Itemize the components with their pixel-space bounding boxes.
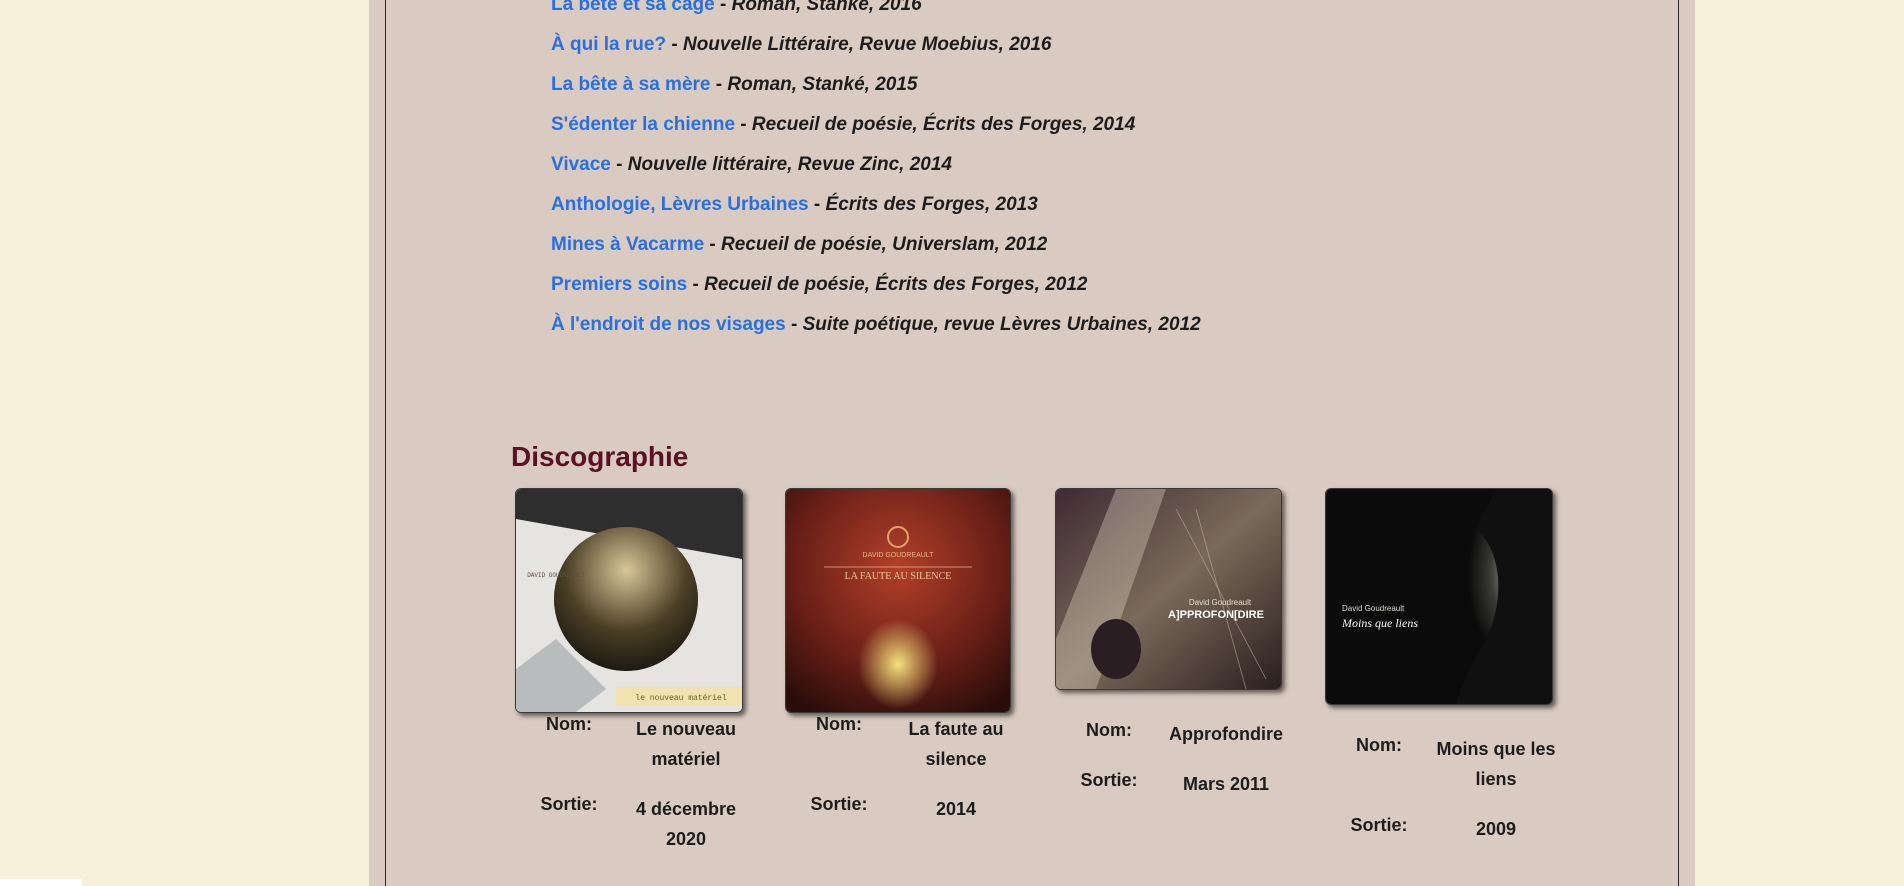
publication-link[interactable]: Mines à Vacarme (551, 234, 704, 255)
album-release: 2014 (935, 799, 977, 819)
album-cover-moins-que-les-liens[interactable]: David Goudreault Moins que liens (1325, 488, 1553, 705)
publication-meta: Nouvelle littéraire, Revue Zinc, 2014 (627, 154, 952, 175)
release-label: Sortie: (1080, 770, 1138, 790)
svg-text:David Goudreault: David Goudreault (1342, 604, 1405, 613)
album-cover-art: David Goudreault A]PPROFON[DIRE (1056, 489, 1281, 689)
separator: - (808, 194, 826, 215)
release-label: Sortie: (540, 794, 598, 814)
publication-meta: Recueil de poésie, Universlam, 2012 (721, 234, 1048, 255)
separator: - (710, 74, 728, 95)
publication-item: À l'endroit de nos visages - Suite poéti… (551, 311, 1201, 351)
publication-item: Premiers soins - Recueil de poésie, Écri… (551, 271, 1201, 311)
album-cover-art: David Goudreault Moins que liens (1326, 489, 1552, 704)
release-label: Sortie: (810, 794, 868, 814)
publication-meta: Roman, Stanké, 2016 (731, 0, 922, 15)
publication-meta: Suite poétique, revue Lèvres Urbaines, 2… (802, 314, 1201, 335)
publication-item: Vivace - Nouvelle littéraire, Revue Zinc… (551, 151, 1201, 191)
publication-link[interactable]: À l'endroit de nos visages (551, 314, 786, 335)
publication-meta: Roman, Stanké, 2015 (727, 74, 918, 95)
album-release: Mars 2011 (1182, 774, 1270, 794)
publication-item: La bête à sa mère - Roman, Stanké, 2015 (551, 71, 1201, 111)
album-cover-art: DAVID GOUDREAULT LA FAUTE AU SILENCE (786, 489, 1010, 712)
publication-item: Mines à Vacarme - Recueil de poésie, Uni… (551, 231, 1201, 271)
album-name: Approfondire (1169, 724, 1283, 744)
publication-link[interactable]: S'édenter la chienne (551, 114, 735, 135)
separator: - (687, 274, 705, 295)
publication-link[interactable]: La bête à sa mère (551, 74, 710, 95)
publication-item: S'édenter la chienne - Recueil de poésie… (551, 111, 1201, 151)
publication-link[interactable]: Premiers soins (551, 274, 687, 295)
corner-patch (0, 879, 82, 886)
separator: - (785, 314, 803, 335)
publication-link[interactable]: La bête et sa cage (551, 0, 715, 15)
publication-link[interactable]: À qui la rue? (551, 34, 666, 55)
svg-text:le nouveau matériel: le nouveau matériel (635, 694, 726, 703)
name-label: Nom: (546, 714, 592, 734)
separator: - (714, 0, 732, 15)
publication-item: Anthologie, Lèvres Urbaines - Écrits des… (551, 191, 1201, 231)
publication-meta: Nouvelle Littéraire, Revue Moebius, 2016 (682, 34, 1052, 55)
album-name: La faute au silence (908, 719, 1004, 769)
album-name: Le nouveau matériel (635, 719, 737, 769)
publication-list: La bête et sa cage - Roman, Stanké, 2016… (551, 0, 1201, 351)
svg-text:A]PPROFON[DIRE: A]PPROFON[DIRE (1168, 609, 1264, 621)
publication-link[interactable]: Anthologie, Lèvres Urbaines (551, 194, 809, 215)
name-label: Nom: (1356, 735, 1402, 755)
publication-meta: Écrits des Forges, 2013 (825, 194, 1038, 215)
separator: - (735, 114, 752, 135)
album-cover-art: le nouveau matériel DAVID GOUDREAULT (516, 489, 742, 712)
svg-text:LA FAUTE AU SILENCE: LA FAUTE AU SILENCE (845, 571, 952, 582)
name-label: Nom: (1086, 720, 1132, 740)
svg-text:Moins que liens: Moins que liens (1341, 616, 1418, 630)
separator: - (666, 34, 683, 55)
svg-text:David Goudreault: David Goudreault (1189, 598, 1252, 607)
album-cover-approfondire[interactable]: David Goudreault A]PPROFON[DIRE (1055, 488, 1282, 690)
album-cover-le-nouveau-materiel[interactable]: le nouveau matériel DAVID GOUDREAULT (515, 488, 743, 713)
publication-item: La bête et sa cage - Roman, Stanké, 2016 (551, 0, 1201, 31)
publication-meta: Recueil de poésie, Écrits des Forges, 20… (751, 114, 1136, 135)
svg-text:DAVID GOUDREAULT: DAVID GOUDREAULT (527, 572, 585, 579)
discography-title: Discographie (511, 441, 689, 472)
album-release: 2009 (1475, 819, 1517, 839)
svg-text:DAVID GOUDREAULT: DAVID GOUDREAULT (863, 552, 935, 559)
separator: - (704, 234, 722, 255)
release-label: Sortie: (1350, 815, 1408, 835)
album-name: Moins que les liens (1436, 739, 1556, 789)
publication-item: À qui la rue? - Nouvelle Littéraire, Rev… (551, 31, 1201, 71)
name-label: Nom: (816, 714, 862, 734)
album-cover-la-faute-au-silence[interactable]: DAVID GOUDREAULT LA FAUTE AU SILENCE (785, 488, 1011, 713)
publication-link[interactable]: Vivace (551, 154, 611, 175)
separator: - (610, 154, 628, 175)
album-release: 4 décembre 2020 (635, 799, 737, 849)
publication-meta: Recueil de poésie, Écrits des Forges, 20… (704, 274, 1088, 295)
